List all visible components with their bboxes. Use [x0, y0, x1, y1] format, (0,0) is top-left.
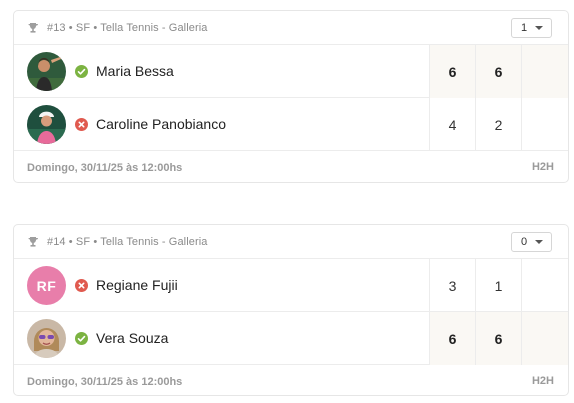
avatar	[27, 105, 66, 144]
chevron-down-icon	[535, 26, 543, 30]
avatar	[27, 52, 66, 91]
set-score: 1	[476, 259, 522, 312]
set-score: 2	[476, 98, 522, 151]
set-score: 6	[430, 45, 476, 98]
x-circle-icon	[75, 118, 88, 131]
avatar	[27, 319, 66, 358]
trophy-icon	[28, 236, 39, 247]
avatar: RF	[27, 266, 66, 305]
check-circle-icon	[75, 332, 88, 345]
set-scores: 3 1	[429, 259, 568, 312]
set-score-empty	[522, 98, 568, 151]
set-score: 6	[476, 312, 522, 365]
score-select[interactable]: 0	[511, 232, 552, 252]
player-name[interactable]: Regiane Fujii	[96, 277, 178, 293]
select-value: 0	[521, 236, 528, 248]
set-score: 6	[476, 45, 522, 98]
set-scores: 6 6	[429, 312, 568, 365]
match-date: Domingo, 30/11/25 às 12:00hs	[27, 161, 183, 174]
match-header: #14 • SF • Tella Tennis - Galleria 0	[14, 225, 568, 259]
set-scores: 6 6	[429, 45, 568, 98]
set-score-empty	[522, 259, 568, 312]
player-row[interactable]: RF Regiane Fujii 3 1	[14, 259, 568, 312]
score-select[interactable]: 1	[511, 18, 552, 38]
h2h-link[interactable]: H2H	[532, 375, 554, 387]
player-row[interactable]: Maria Bessa 6 6	[14, 45, 568, 98]
set-score: 4	[430, 98, 476, 151]
set-scores: 4 2	[429, 98, 568, 151]
player-name[interactable]: Caroline Panobianco	[96, 116, 226, 132]
check-circle-icon	[75, 65, 88, 78]
match-header: #13 • SF • Tella Tennis - Galleria 1	[14, 11, 568, 45]
h2h-link[interactable]: H2H	[532, 161, 554, 173]
match-footer: Domingo, 30/11/25 às 12:00hs H2H	[14, 365, 568, 398]
match-date: Domingo, 30/11/25 às 12:00hs	[27, 375, 183, 388]
match-card: #14 • SF • Tella Tennis - Galleria 0 RF …	[13, 224, 569, 396]
player-row[interactable]: Vera Souza 6 6	[14, 312, 568, 365]
x-circle-icon	[75, 279, 88, 292]
match-card: #13 • SF • Tella Tennis - Galleria 1 Mar…	[13, 10, 569, 183]
player-name[interactable]: Maria Bessa	[96, 63, 174, 79]
set-score: 6	[430, 312, 476, 365]
match-footer: Domingo, 30/11/25 às 12:00hs H2H	[14, 151, 568, 184]
chevron-down-icon	[535, 240, 543, 244]
trophy-icon	[28, 22, 39, 33]
player-name[interactable]: Vera Souza	[96, 330, 168, 346]
match-info: #13 • SF • Tella Tennis - Galleria	[47, 21, 208, 34]
set-score-empty	[522, 45, 568, 98]
select-value: 1	[521, 22, 528, 34]
set-score: 3	[430, 259, 476, 312]
player-row[interactable]: Caroline Panobianco 4 2	[14, 98, 568, 151]
match-info: #14 • SF • Tella Tennis - Galleria	[47, 235, 208, 248]
set-score-empty	[522, 312, 568, 365]
